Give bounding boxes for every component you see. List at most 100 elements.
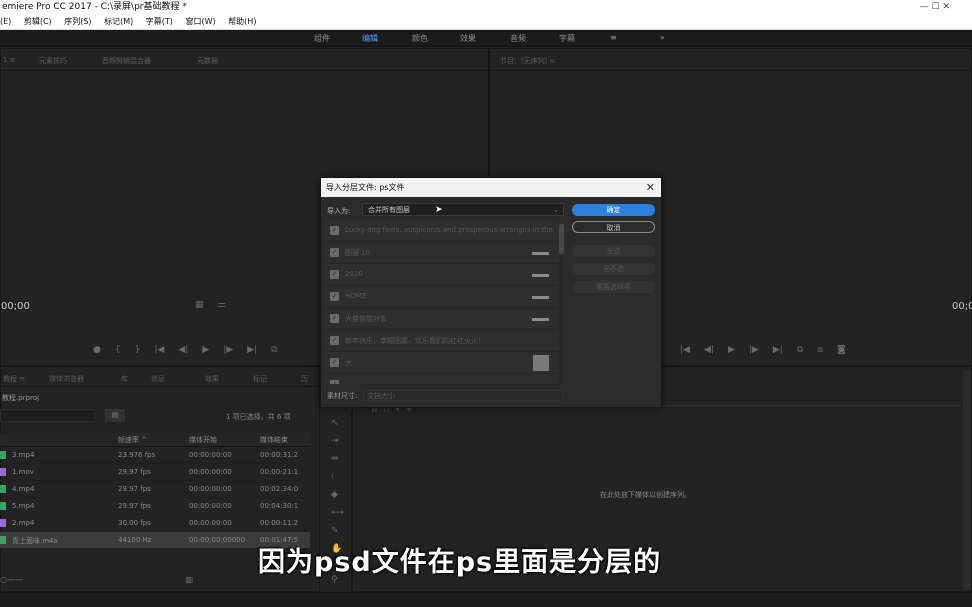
checkbox[interactable]: ✓ <box>330 314 339 323</box>
menu-edit[interactable]: (E) <box>0 17 11 26</box>
workspace-assembly[interactable]: 组件 <box>314 33 330 44</box>
slide-tool-icon[interactable]: ⟷ <box>331 508 344 518</box>
ripple-edit-icon[interactable]: ⇹ <box>331 454 339 464</box>
checkbox[interactable]: ✓ <box>330 380 339 384</box>
track-select-icon[interactable]: ⇥ <box>331 436 339 446</box>
scrollbar-thumb[interactable] <box>559 224 564 254</box>
table-row[interactable]: 2.mp4 30.00 fps 00:00:00:00 00:00:11:2 <box>0 515 310 532</box>
camera-icon[interactable]: ◙ <box>837 345 846 355</box>
play-icon[interactable]: ▶ <box>202 345 209 355</box>
checkbox[interactable]: ✓ <box>330 358 339 367</box>
checkbox[interactable]: ✓ <box>330 270 339 279</box>
menu-title[interactable]: 字幕(T) <box>146 17 173 26</box>
import-as-label: 导入为: <box>327 207 351 215</box>
zoom-slider[interactable]: ○—— <box>0 575 23 584</box>
column-frame-rate[interactable]: 帧速率 ^ <box>118 435 147 445</box>
layer-row[interactable]: ✓ Lucky dog feels, auspicious and prospe… <box>325 220 561 242</box>
file-end: 00:00:31:2 <box>260 451 299 459</box>
selection-tool-icon[interactable]: ↖ <box>331 418 339 428</box>
table-row[interactable]: 5.mp4 29.97 fps 00:00:00:00 00:04:30:1 <box>0 498 310 515</box>
step-forward-icon[interactable]: |▶ <box>223 345 233 355</box>
layer-list-scrollbar[interactable] <box>559 220 564 384</box>
table-row[interactable]: 1.mov 29.97 fps 00:00:00:00 00:00:21:1 <box>0 464 310 481</box>
out-point-icon[interactable]: } <box>135 345 141 355</box>
tab-libraries[interactable]: 库 <box>121 374 128 384</box>
workspace-effects[interactable]: 效果 <box>460 33 476 44</box>
reset-selection-button[interactable]: 重置选择项 <box>572 281 655 293</box>
tab-media-browser[interactable]: 媒体浏览器 <box>49 374 84 384</box>
extract-icon[interactable]: ⧈ <box>817 345 823 355</box>
source-timecode[interactable]: 00;00 <box>1 301 30 312</box>
workspace-editing[interactable]: 编辑 <box>362 33 378 44</box>
import-as-select[interactable]: 合并所有图层 ⌄ <box>362 203 564 216</box>
razor-tool-icon[interactable]: ⟊ <box>331 472 333 482</box>
layer-row[interactable]: ✓ 大量智能对象 <box>325 308 561 330</box>
tab-effects[interactable]: 效果 <box>205 374 219 384</box>
tab-program[interactable]: 节目：(无序列) ≡ <box>500 56 556 66</box>
table-row[interactable]: 3.mp4 23.976 fps 00:00:00:00 00:00:31:2 <box>0 447 310 464</box>
layer-row[interactable]: ✓ <box>325 374 561 384</box>
slip-tool-icon[interactable]: ◆ <box>331 490 338 500</box>
window-controls[interactable]: — ☐ ✕ <box>920 0 950 14</box>
settings-icon[interactable]: ⚌ <box>218 300 226 310</box>
workspace-titles[interactable]: 字幕 <box>559 33 575 44</box>
tab-history[interactable]: 历 <box>301 374 308 384</box>
menu-help[interactable]: 帮助(H) <box>228 17 256 26</box>
marker-icon[interactable]: ● <box>93 345 101 355</box>
automate-icon[interactable]: ▥ <box>186 575 194 584</box>
program-go-to-out-icon[interactable]: ▶| <box>773 345 783 355</box>
tab-metadata[interactable]: 元数据 <box>197 56 218 66</box>
checkbox[interactable]: ✓ <box>330 336 339 345</box>
menu-marker[interactable]: 标记(M) <box>104 17 133 26</box>
table-row[interactable]: 4.mp4 29.97 fps 00:00:00:00 00:02:34:0 <box>0 481 310 498</box>
workspace-more-icon[interactable]: » <box>660 33 665 42</box>
program-play-icon[interactable]: ▶ <box>728 345 735 355</box>
fit-icon[interactable]: ▦ <box>195 300 204 310</box>
footage-dimensions-select[interactable]: 文档大小 <box>363 390 563 401</box>
tab-info[interactable]: 信息 <box>151 374 165 384</box>
menu-sequence[interactable]: 序列(S) <box>64 17 91 26</box>
select-none-button[interactable]: 全不选 <box>572 263 655 275</box>
menu-window[interactable]: 窗口(W) <box>185 17 215 26</box>
layer-name: 新年快乐，幸福团聚，欢乐我们的红红火火！ <box>345 337 485 345</box>
insert-icon[interactable]: ⧉ <box>271 345 277 355</box>
checkbox[interactable]: ✓ <box>330 292 339 301</box>
step-back-icon[interactable]: ◀| <box>178 345 188 355</box>
program-go-to-in-icon[interactable]: |◀ <box>680 345 690 355</box>
layer-row[interactable]: ✓ 2020 <box>325 264 561 286</box>
workspace-color[interactable]: 颜色 <box>412 33 428 44</box>
program-step-forward-icon[interactable]: |▶ <box>749 345 759 355</box>
workspace-audio[interactable]: 音频 <box>510 33 526 44</box>
layer-row[interactable]: ✓ 新年快乐，幸福团聚，欢乐我们的红红火火！ <box>325 330 561 352</box>
program-timecode[interactable]: 00;00 <box>952 301 972 312</box>
layer-row[interactable]: ✓ 图层 10 <box>325 242 561 264</box>
go-to-in-icon[interactable]: |◀ <box>154 345 164 355</box>
in-point-icon[interactable]: { <box>115 345 121 355</box>
close-icon[interactable]: ✕ <box>646 178 655 197</box>
menu-clip[interactable]: 剪辑(C) <box>24 17 52 26</box>
new-bin-icon[interactable]: ▤ <box>105 409 125 422</box>
pen-tool-icon[interactable]: ✎ <box>331 526 339 536</box>
file-name: 青上面味.m4a <box>12 537 58 545</box>
column-media-end[interactable]: 媒体结束 <box>260 435 288 445</box>
tab-source[interactable]: 1 ≡ <box>3 56 16 64</box>
program-step-back-icon[interactable]: ◀| <box>704 345 714 355</box>
layer-row[interactable]: ✓ 大 <box>325 352 561 374</box>
select-all-button[interactable]: 全选 <box>572 245 655 257</box>
workspace-menu-icon[interactable]: ≡ <box>610 33 617 42</box>
checkbox[interactable]: ✓ <box>330 226 339 235</box>
tab-audio-mixer[interactable]: 音频剪辑混合器 <box>102 56 151 66</box>
tab-project[interactable]: 教程 ≡ <box>3 374 25 384</box>
tab-effect-controls[interactable]: 元素技巧 <box>39 56 67 66</box>
layer-row[interactable]: ✓ HOME <box>325 286 561 308</box>
project-search-input[interactable] <box>0 409 95 422</box>
cancel-button[interactable]: 取消 <box>572 221 655 233</box>
ok-button[interactable]: 确定 <box>572 204 655 216</box>
checkbox[interactable]: ✓ <box>330 248 339 257</box>
column-media-start[interactable]: 媒体开始 <box>189 435 217 445</box>
lift-icon[interactable]: ⧉ <box>797 345 803 355</box>
project-footer-controls: ○—— ▥ <box>0 575 193 584</box>
go-to-out-icon[interactable]: ▶| <box>247 345 257 355</box>
tab-markers[interactable]: 标记 <box>253 374 267 384</box>
timeline-scrollbar[interactable] <box>963 370 971 590</box>
